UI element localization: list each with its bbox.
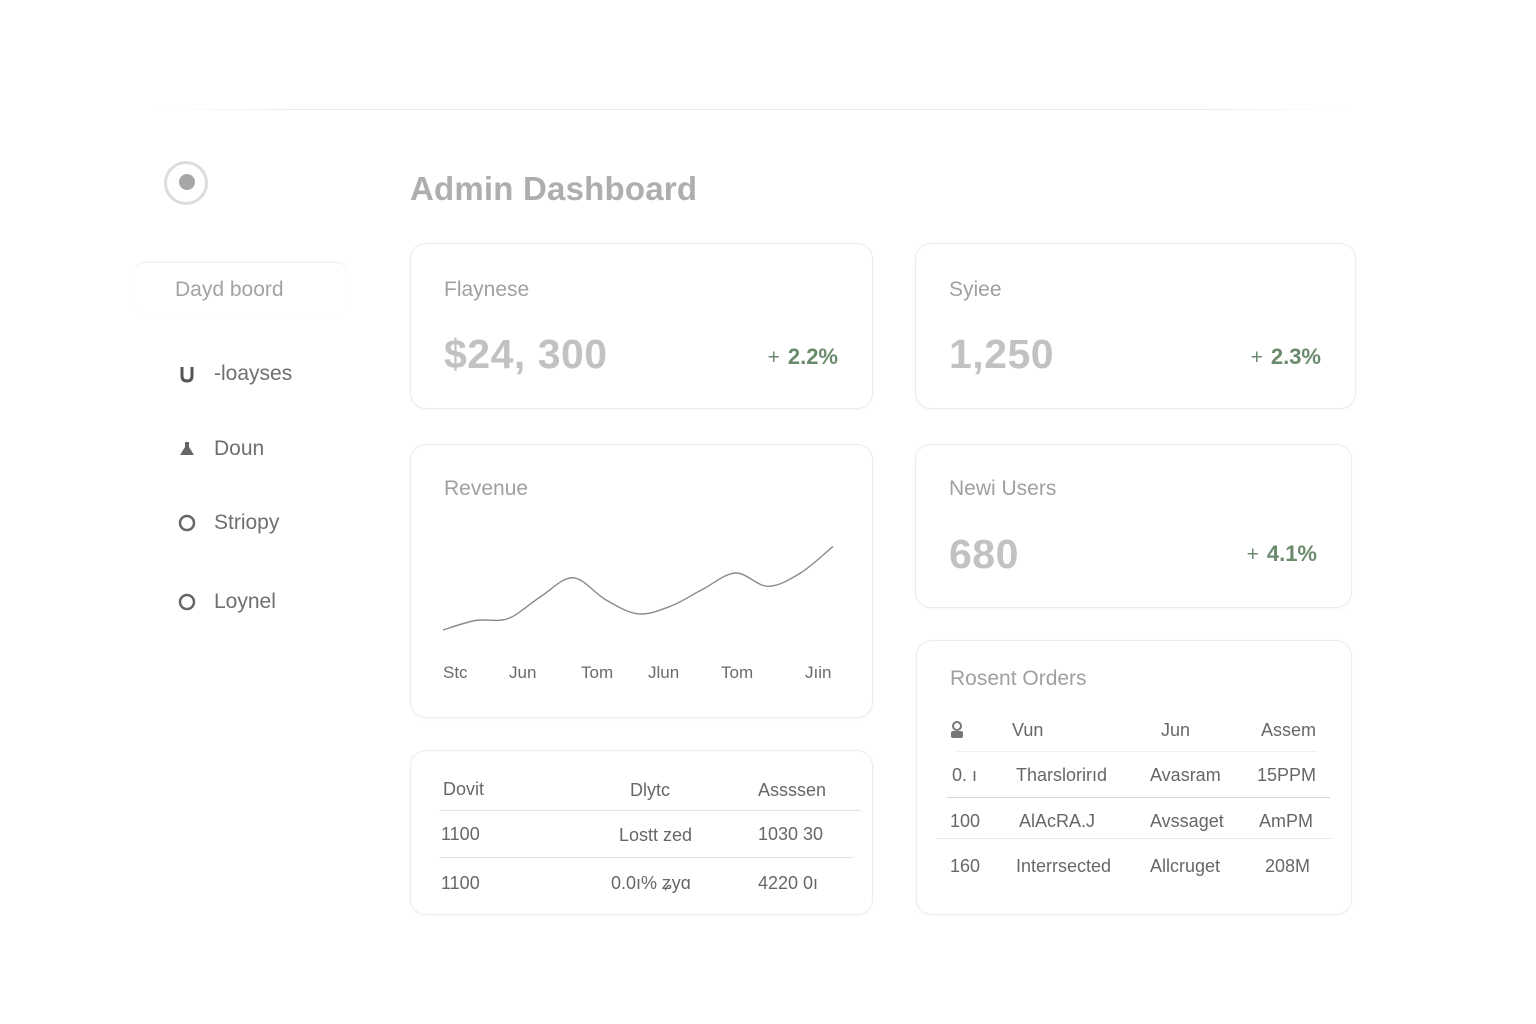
stat-value: 1,250	[949, 331, 1055, 377]
table-cell: AmPM	[1259, 811, 1313, 831]
sidebar-item-loynel[interactable]: Loynel	[176, 587, 276, 617]
plus-sign: +	[1246, 543, 1259, 566]
logo-icon[interactable]	[164, 161, 208, 205]
card-label: Newi Users	[949, 477, 1057, 500]
table-cell: 0. ı	[952, 765, 978, 785]
stat-delta: +2.3%	[1251, 344, 1321, 370]
card-label: Flaynese	[444, 278, 530, 301]
sidebar-item-label: Doun	[214, 437, 265, 460]
table-cell: 1100	[441, 824, 480, 844]
page-title: Admin Dashboard	[410, 170, 698, 207]
u-shape-icon	[176, 363, 198, 385]
table-header: Jun	[1161, 720, 1191, 740]
table-cell: 0.0ı% ʑyɑ	[611, 873, 691, 893]
revenue-chart-card: Revenue Stc Jun Tom Jlun Tom Jıin	[410, 444, 873, 718]
recent-orders-card: Rosent Orders Vun Jun Assem 0. ı Tharslo…	[916, 640, 1352, 915]
sidebar-item-doun[interactable]: Doun	[176, 434, 264, 464]
sidebar-item-employees[interactable]: -loayses	[176, 359, 292, 389]
stat-delta: +2.2%	[768, 344, 838, 370]
x-tick-label: Stc	[443, 663, 468, 682]
table-cell: Avssaget	[1150, 811, 1224, 831]
sidebar-item-label: -loayses	[214, 362, 293, 385]
chart-title: Revenue	[444, 477, 529, 500]
stat-card-syiee: Syiee 1,250 +2.3%	[915, 243, 1356, 409]
sidebar-item-label: Striopy	[214, 511, 280, 534]
x-tick-label: Jlun	[648, 663, 680, 682]
table-header: Assem	[1261, 720, 1317, 740]
circle-icon	[176, 512, 198, 534]
table-cell: 4220 0ı	[758, 873, 819, 893]
stat-card-flaynese: Flaynese $24, 300 +2.2%	[410, 243, 873, 409]
sidebar-item-dashboard[interactable]: Dayd boord	[134, 262, 348, 316]
card-label: Syiee	[949, 278, 1002, 301]
stat-value: $24, 300	[444, 331, 608, 377]
stat-value: 680	[949, 531, 1019, 577]
plus-sign: +	[767, 346, 780, 369]
table-cell: Avasram	[1150, 765, 1221, 785]
x-tick-label: Jıin	[805, 663, 832, 682]
table-header: Dovit	[443, 779, 485, 799]
revenue-series-line	[442, 545, 834, 631]
flask-icon	[176, 438, 198, 460]
table-cell: 15PPM	[1257, 765, 1317, 785]
row-divider	[937, 838, 1332, 839]
top-divider	[150, 109, 1350, 110]
table-cell: Allcruget	[1150, 856, 1221, 876]
delta-value: 2.3%	[1270, 344, 1321, 369]
table-cell: Interrsected	[1016, 856, 1112, 876]
table-cell: 160	[950, 856, 981, 876]
table-cell: Tharslorirıd	[1016, 765, 1108, 785]
user-icon	[950, 721, 964, 744]
x-tick-label: Tom	[581, 663, 614, 682]
card-title: Rosent Orders	[950, 667, 1087, 690]
sidebar-item-label: Dayd boord	[175, 278, 284, 301]
table-cell: 100	[950, 811, 981, 831]
table-cell: 1030 30	[758, 824, 824, 844]
table-cell: AlAcRA.J	[1019, 811, 1096, 831]
delta-value: 2.2%	[787, 344, 838, 369]
circle-icon	[176, 591, 198, 613]
stat-delta: +4.1%	[1247, 541, 1317, 567]
summary-table-card: Dovit Dlytc Assssen 1100 Lostt zed 1030 …	[410, 750, 873, 915]
x-tick-label: Tom	[721, 663, 754, 682]
row-divider	[439, 810, 861, 811]
stat-card-new-users: Newi Users 680 +4.1%	[915, 444, 1352, 608]
x-tick-label: Jun	[509, 663, 537, 682]
delta-value: 4.1%	[1266, 541, 1317, 566]
revenue-line-chart	[442, 545, 834, 631]
sidebar-item-striopy[interactable]: Striopy	[176, 508, 279, 538]
table-header: Assssen	[758, 780, 827, 800]
row-divider	[439, 857, 853, 858]
table-header: Dlytc	[630, 780, 670, 800]
row-divider	[957, 751, 1317, 752]
table-cell: 208M	[1265, 856, 1311, 876]
sidebar-item-label: Loynel	[214, 590, 276, 613]
table-header: Vun	[1012, 720, 1044, 740]
row-divider	[947, 797, 1330, 798]
table-cell: Lostt zed	[619, 825, 693, 845]
table-cell: 1100	[441, 873, 480, 893]
plus-sign: +	[1250, 346, 1263, 369]
